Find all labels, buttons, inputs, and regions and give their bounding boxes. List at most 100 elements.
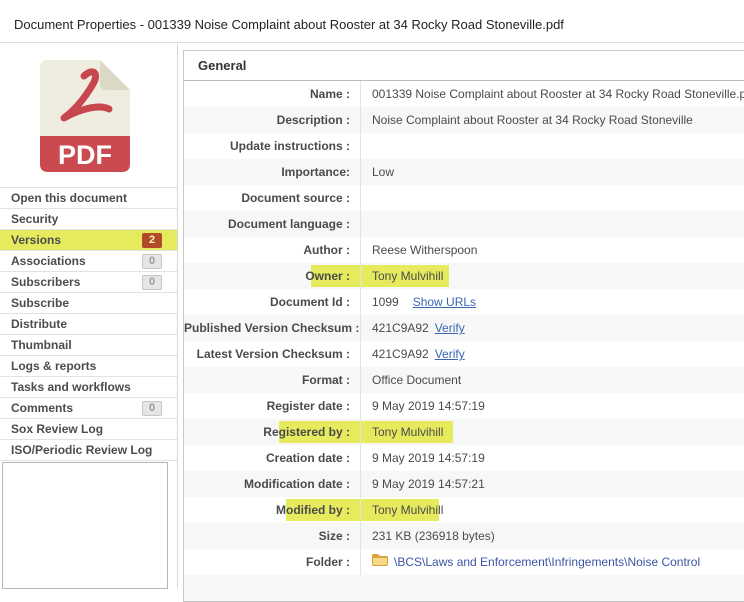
property-value	[361, 211, 372, 237]
property-row: Update instructions :	[184, 133, 744, 159]
property-label: Registered by :	[184, 419, 361, 445]
sidebar-item-label: Tasks and workflows	[11, 380, 131, 394]
sidebar: PDF Open this document Security Versions 2 A…	[0, 44, 178, 588]
property-row: Published Version Checksum :421C9A92Veri…	[184, 315, 744, 341]
property-value: Low	[361, 159, 394, 185]
sidebar-item-logs-reports[interactable]: Logs & reports	[0, 356, 177, 377]
sidebar-item-label: Subscribe	[11, 296, 69, 310]
sidebar-item-comments[interactable]: Comments 0	[0, 398, 177, 419]
property-row: Description : Noise Complaint about Roost…	[184, 107, 744, 133]
property-value-text: 9 May 2019 14:57:21	[372, 471, 485, 497]
sidebar-item-iso-periodic-review-log[interactable]: ISO/Periodic Review Log	[0, 440, 177, 461]
property-label: Owner :	[184, 263, 361, 289]
sidebar-item-label: Associations	[11, 254, 86, 268]
property-row: Creation date :9 May 2019 14:57:19	[184, 445, 744, 471]
property-label: Author :	[184, 237, 361, 263]
property-label: Latest Version Checksum :	[184, 341, 361, 367]
sidebar-item-label: Versions	[11, 233, 61, 247]
property-label: Document Id :	[184, 289, 361, 315]
property-value-text: Tony Mulvihill	[372, 497, 443, 523]
property-row: Document Id : 1099 Show URLs	[184, 289, 744, 315]
sidebar-item-label: ISO/Periodic Review Log	[11, 443, 152, 457]
property-value: Noise Complaint about Rooster at 34 Rock…	[361, 107, 693, 133]
property-row: Document language :	[184, 211, 744, 237]
property-label: Document language :	[184, 211, 361, 237]
sidebar-item-security[interactable]: Security	[0, 209, 177, 230]
sidebar-item-open-this-document[interactable]: Open this document	[0, 188, 177, 209]
title-bar: Document Properties - 001339 Noise Compl…	[0, 0, 744, 43]
sidebar-item-label: Distribute	[11, 317, 67, 331]
property-value-text: Tony Mulvihill	[372, 263, 443, 289]
property-value-text: 1099	[372, 289, 399, 315]
sidebar-item-versions[interactable]: Versions 2	[0, 230, 177, 251]
property-row: Modification date : 9 May 2019 14:57:21	[184, 471, 744, 497]
svg-text:PDF: PDF	[58, 140, 112, 170]
property-value: 9 May 2019 14:57:21	[361, 471, 485, 497]
property-label: Size :	[184, 523, 361, 549]
sidebar-item-thumbnail[interactable]: Thumbnail	[0, 335, 177, 356]
property-value: 9 May 2019 14:57:19	[361, 445, 485, 471]
property-row: Document source :	[184, 185, 744, 211]
property-value: 231 KB (236918 bytes)	[361, 523, 495, 549]
property-row: Folder :\BCS\Laws and Enforcement\Infrin…	[184, 549, 744, 575]
sidebar-item-subscribers[interactable]: Subscribers0	[0, 272, 177, 293]
property-value-text: 231 KB (236918 bytes)	[372, 523, 495, 549]
property-row: Latest Version Checksum :421C9A92Verify	[184, 341, 744, 367]
verify-link[interactable]: Verify	[435, 315, 465, 341]
property-label: Modification date :	[184, 471, 361, 497]
property-value: 421C9A92Verify	[361, 315, 465, 341]
property-value: Reese Witherspoon	[361, 237, 477, 263]
property-label: Name :	[184, 81, 361, 107]
property-value-text: Reese Witherspoon	[372, 237, 477, 263]
sidebar-item-label: Comments	[11, 401, 73, 415]
property-value-text: 421C9A92	[372, 315, 429, 341]
property-value	[361, 185, 372, 211]
property-value: \BCS\Laws and Enforcement\Infringements\…	[361, 549, 700, 575]
property-value-text: Noise Complaint about Rooster at 34 Rock…	[372, 107, 693, 133]
property-row: Registered by : Tony Mulvihill	[184, 419, 744, 445]
property-row: Modified by : Tony Mulvihill	[184, 497, 744, 523]
property-value-text: Low	[372, 159, 394, 185]
verify-link[interactable]: Verify	[435, 341, 465, 367]
property-label: Format :	[184, 367, 361, 393]
properties-table: Name : 001339 Noise Complaint about Roost…	[184, 81, 744, 575]
property-value: 1099 Show URLs	[361, 289, 476, 315]
sidebar-empty-panel	[2, 462, 168, 589]
property-value: 9 May 2019 14:57:19	[361, 393, 485, 419]
property-value-text: 9 May 2019 14:57:19	[372, 393, 485, 419]
sidebar-item-sox-review-log[interactable]: Sox Review Log	[0, 419, 177, 440]
property-label: Modified by :	[184, 497, 361, 523]
sidebar-item-distribute[interactable]: Distribute	[0, 314, 177, 335]
property-label: Published Version Checksum :	[184, 315, 361, 341]
table-filler-row	[184, 575, 744, 601]
property-value: 421C9A92Verify	[361, 341, 465, 367]
count-badge: 2	[142, 233, 162, 248]
property-label: Update instructions :	[184, 133, 361, 159]
property-label: Description :	[184, 107, 361, 133]
sidebar-item-tasks-and-workflows[interactable]: Tasks and workflows	[0, 377, 177, 398]
property-value-text: 001339 Noise Complaint about Rooster at …	[372, 81, 744, 107]
property-value: 001339 Noise Complaint about Rooster at …	[361, 81, 744, 107]
count-badge: 0	[142, 401, 162, 416]
property-label: Importance:	[184, 159, 361, 185]
folder-path-link[interactable]: \BCS\Laws and Enforcement\Infringements\…	[394, 549, 700, 575]
sidebar-item-label: Sox Review Log	[11, 422, 103, 436]
sidebar-item-label: Open this document	[11, 191, 127, 205]
folder-icon	[372, 549, 388, 575]
pdf-file-icon: PDF	[40, 60, 130, 172]
sidebar-item-associations[interactable]: Associations 0	[0, 251, 177, 272]
dialog-title: Document Properties - 001339 Noise Compl…	[14, 17, 564, 32]
count-badge: 0	[142, 254, 162, 269]
sidebar-item-subscribe[interactable]: Subscribe	[0, 293, 177, 314]
property-row: Owner : Tony Mulvihill	[184, 263, 744, 289]
general-panel: General Name :001339 Noise Complaint abo…	[183, 50, 744, 602]
property-value: Tony Mulvihill	[361, 497, 443, 523]
property-value: Tony Mulvihill	[361, 263, 443, 289]
property-value: Office Document	[361, 367, 461, 393]
property-value-text: Office Document	[372, 367, 461, 393]
document-properties-dialog: { "window": { "title": "Document Propert…	[0, 0, 744, 588]
property-row: Author : Reese Witherspoon	[184, 237, 744, 263]
show-urls-link[interactable]: Show URLs	[413, 289, 476, 315]
property-value-text: Tony Mulvihill	[372, 419, 443, 445]
property-value-text: 9 May 2019 14:57:19	[372, 445, 485, 471]
